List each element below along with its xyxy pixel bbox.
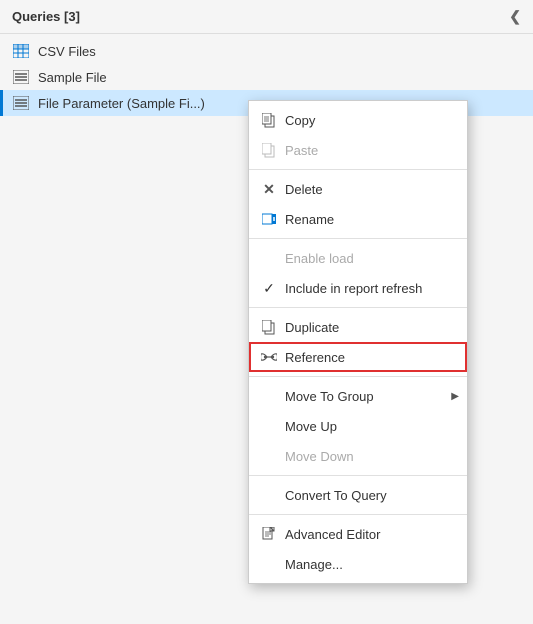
query-item-sample-file[interactable]: Sample File xyxy=(0,64,533,90)
copy-icon xyxy=(259,110,279,130)
blank-icon xyxy=(259,485,279,505)
menu-item-rename[interactable]: Rename xyxy=(249,204,467,234)
menu-label: Advanced Editor xyxy=(285,527,380,542)
blank-icon xyxy=(259,446,279,466)
menu-item-move-up[interactable]: Move Up xyxy=(249,411,467,441)
menu-item-convert-to-query[interactable]: Convert To Query xyxy=(249,480,467,510)
menu-label: Delete xyxy=(285,182,323,197)
menu-label: Duplicate xyxy=(285,320,339,335)
table-icon xyxy=(12,43,30,59)
blank-icon xyxy=(259,416,279,436)
menu-separator xyxy=(249,376,467,377)
menu-item-paste[interactable]: Paste xyxy=(249,135,467,165)
menu-separator xyxy=(249,307,467,308)
menu-item-advanced-editor[interactable]: Advanced Editor xyxy=(249,519,467,549)
menu-item-move-to-group[interactable]: Move To Group ▶ xyxy=(249,381,467,411)
duplicate-icon xyxy=(259,317,279,337)
submenu-arrow: ▶ xyxy=(451,391,459,402)
menu-label: Convert To Query xyxy=(285,488,387,503)
query-label: File Parameter (Sample Fi...) xyxy=(38,96,205,111)
menu-label: Rename xyxy=(285,212,334,227)
query-item-csv-files[interactable]: CSV Files xyxy=(0,38,533,64)
menu-item-include-report[interactable]: ✓ Include in report refresh xyxy=(249,273,467,303)
sidebar-panel: Queries [3] ❮ CSV Files xyxy=(0,0,533,624)
menu-item-delete[interactable]: ✕ Delete xyxy=(249,174,467,204)
blank-icon xyxy=(259,248,279,268)
menu-label: Reference xyxy=(285,350,345,365)
menu-item-manage[interactable]: Manage... xyxy=(249,549,467,579)
rename-icon xyxy=(259,209,279,229)
menu-item-reference[interactable]: Reference xyxy=(249,342,467,372)
lines-icon xyxy=(12,69,30,85)
sidebar-title: Queries [3] xyxy=(12,9,80,24)
query-label: CSV Files xyxy=(38,44,96,59)
menu-item-copy[interactable]: Copy xyxy=(249,105,467,135)
collapse-button[interactable]: ❮ xyxy=(509,8,521,25)
blank-icon xyxy=(259,386,279,406)
context-menu: Copy Paste ✕ Delete xyxy=(248,100,468,584)
delete-icon: ✕ xyxy=(259,179,279,199)
menu-item-duplicate[interactable]: Duplicate xyxy=(249,312,467,342)
check-icon: ✓ xyxy=(259,278,279,298)
reference-icon xyxy=(259,347,279,367)
sidebar-header: Queries [3] ❮ xyxy=(0,0,533,34)
menu-label: Enable load xyxy=(285,251,354,266)
menu-label: Include in report refresh xyxy=(285,281,422,296)
menu-label: Move Up xyxy=(285,419,337,434)
menu-item-move-down[interactable]: Move Down xyxy=(249,441,467,471)
menu-label: Paste xyxy=(285,143,318,158)
menu-label: Move To Group xyxy=(285,389,374,404)
menu-separator xyxy=(249,169,467,170)
query-label: Sample File xyxy=(38,70,107,85)
advanced-editor-icon xyxy=(259,524,279,544)
menu-label: Manage... xyxy=(285,557,343,572)
menu-separator xyxy=(249,238,467,239)
paste-icon xyxy=(259,140,279,160)
menu-separator xyxy=(249,514,467,515)
menu-label: Move Down xyxy=(285,449,354,464)
lines-icon xyxy=(12,95,30,111)
menu-separator xyxy=(249,475,467,476)
blank-icon xyxy=(259,554,279,574)
menu-item-enable-load[interactable]: Enable load xyxy=(249,243,467,273)
menu-label: Copy xyxy=(285,113,315,128)
